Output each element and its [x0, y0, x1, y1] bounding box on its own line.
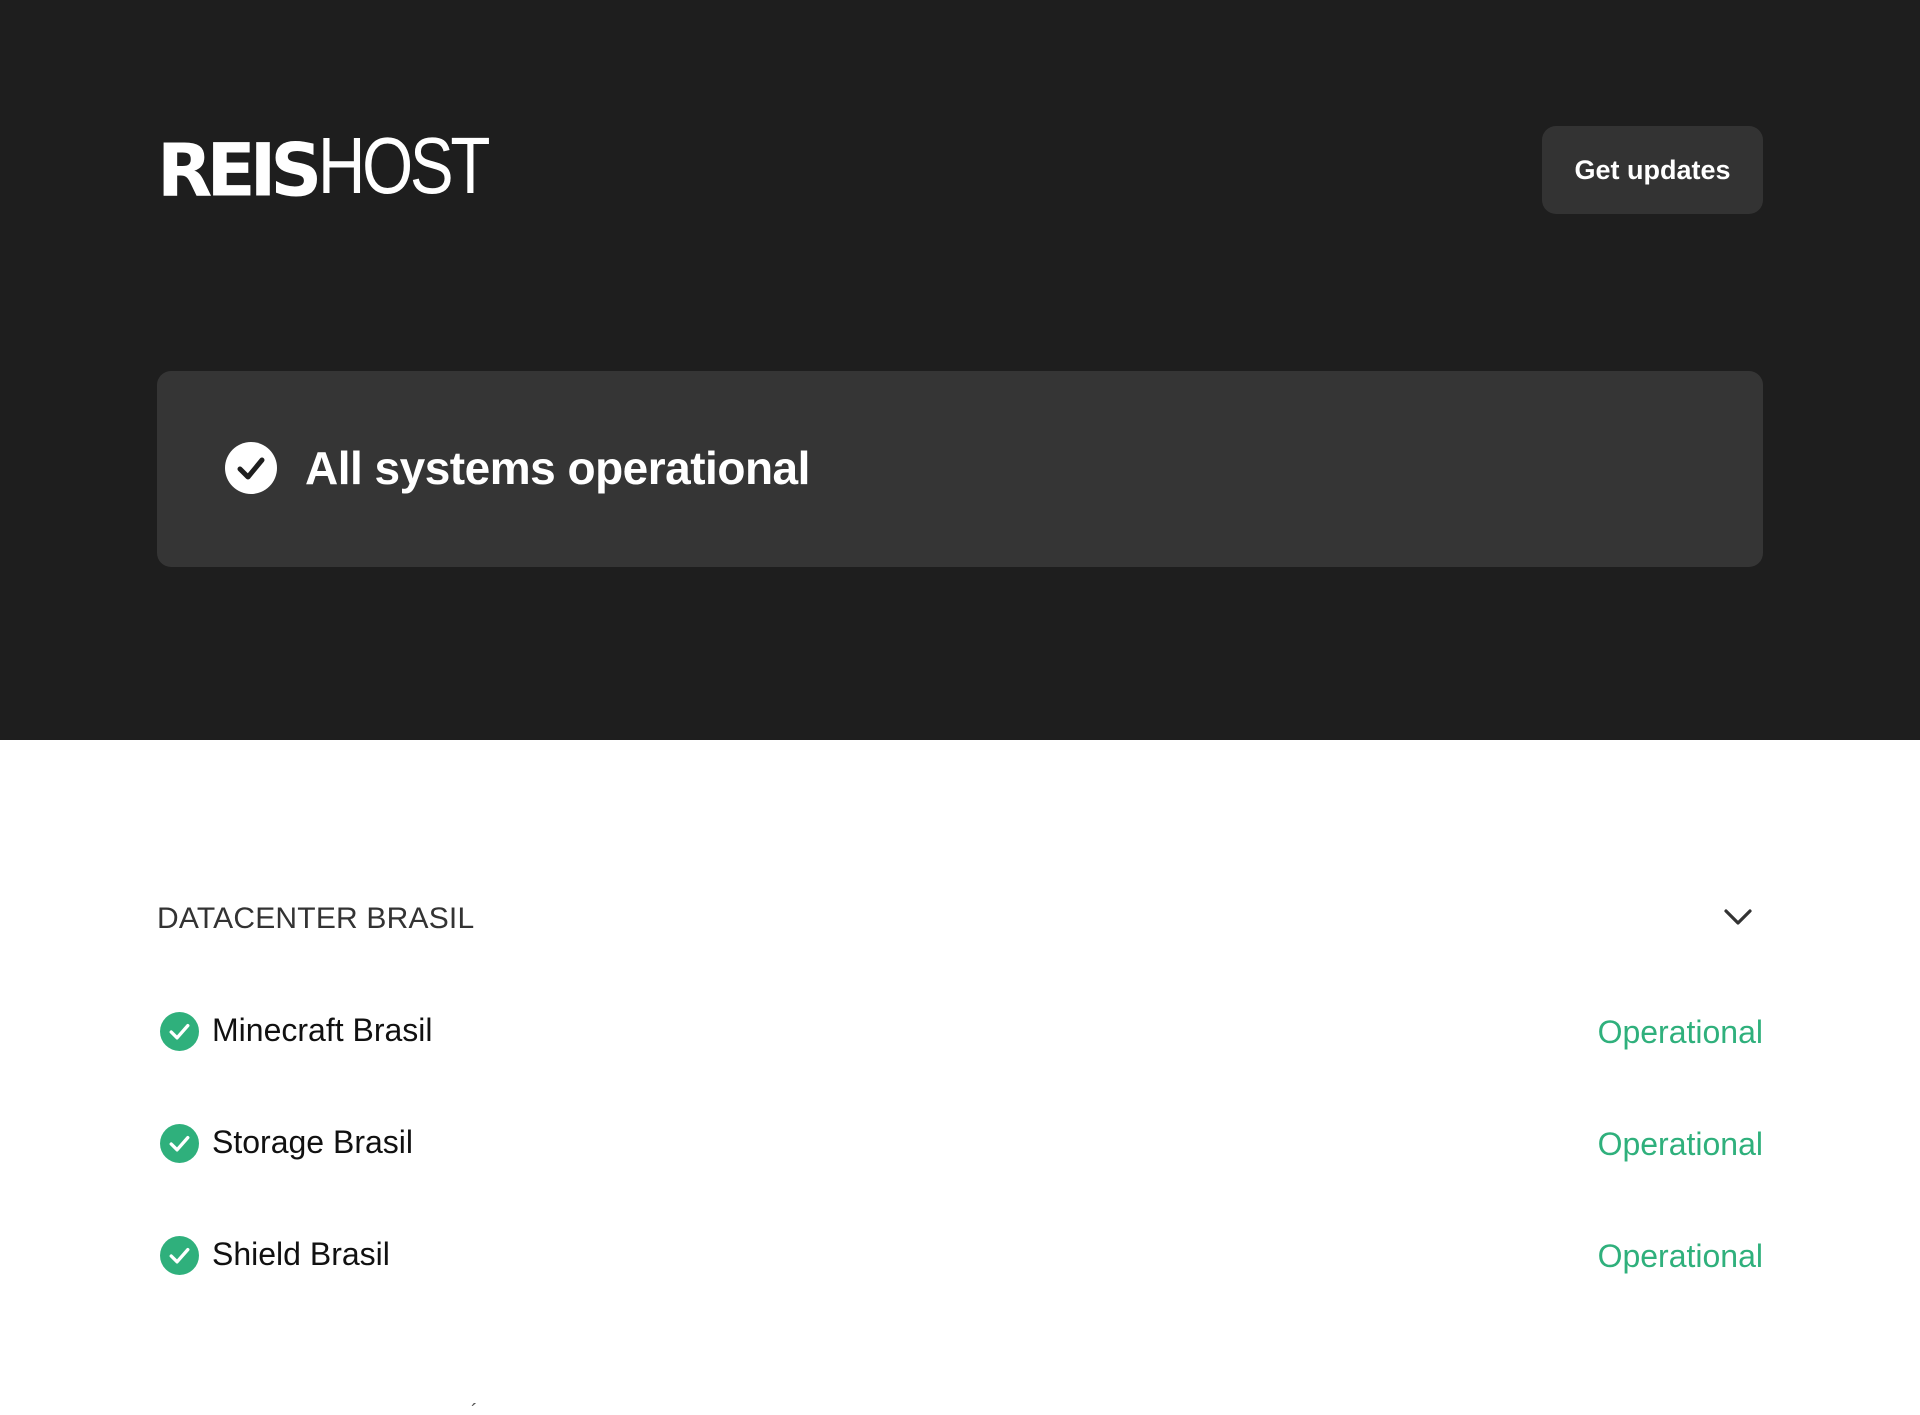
hero-header: REIS HOST Get updates All systems operat… — [0, 0, 1920, 740]
component-name: Storage Brasil — [212, 1124, 413, 1160]
component-status: Operational — [1597, 1238, 1763, 1274]
check-circle-icon — [225, 442, 277, 494]
logo-bold-text: REIS — [157, 127, 322, 213]
component-row-shield-brasil: Shield Brasil Operational — [157, 1230, 1763, 1280]
cut-off-text-fragment: ´ — [471, 1402, 478, 1415]
chevron-down-icon[interactable] — [1723, 906, 1753, 928]
reishost-logo[interactable]: REIS HOST — [157, 121, 525, 213]
overall-status-banner: All systems operational — [157, 371, 1763, 567]
component-name: Minecraft Brasil — [212, 1012, 433, 1048]
check-circle-icon — [160, 1236, 199, 1275]
component-row-storage-brasil: Storage Brasil Operational — [157, 1118, 1763, 1168]
component-status: Operational — [1597, 1126, 1763, 1162]
check-circle-icon — [160, 1012, 199, 1051]
logo-thin-text: HOST — [318, 121, 490, 210]
get-updates-button[interactable]: Get updates — [1542, 126, 1763, 214]
component-status: Operational — [1597, 1014, 1763, 1050]
component-name: Shield Brasil — [212, 1236, 390, 1272]
overall-status-text: All systems operational — [305, 442, 810, 494]
check-circle-icon — [160, 1124, 199, 1163]
group-title: DATACENTER BRASIL — [157, 902, 475, 935]
component-row-minecraft-brasil: Minecraft Brasil Operational — [157, 1006, 1763, 1056]
group-header-datacenter-brasil[interactable]: DATACENTER BRASIL — [157, 898, 1763, 942]
